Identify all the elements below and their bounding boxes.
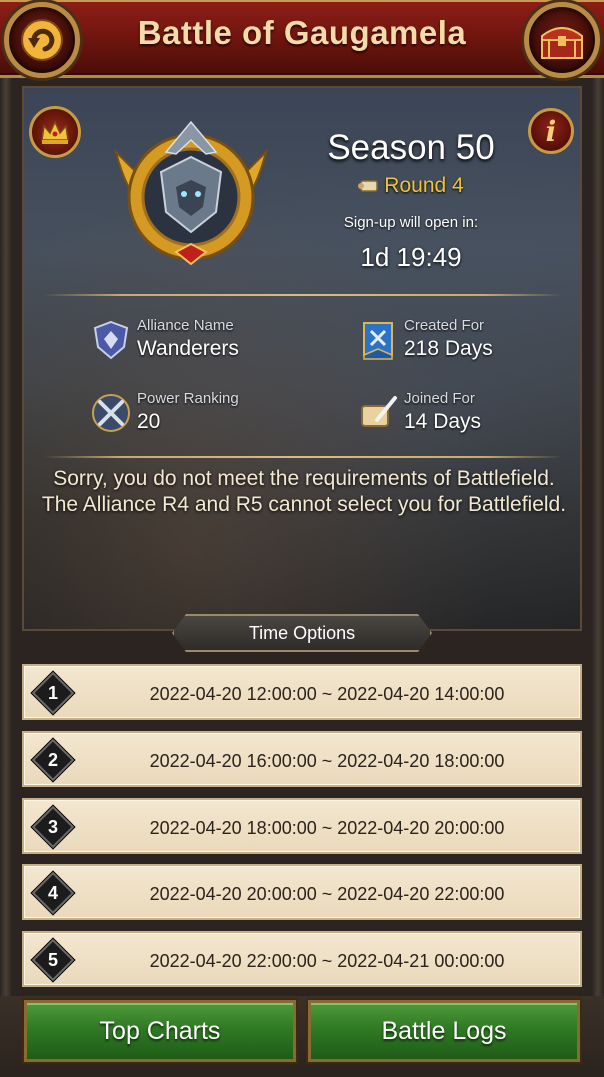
option-number: 1 (47, 682, 58, 703)
option-time-range: 2022-04-20 22:00:00 ~ 2022-04-21 00:00:0… (149, 951, 505, 971)
scroll-icon (358, 180, 379, 192)
option-number: 5 (47, 949, 58, 970)
created-for-stat: Created For 218 Days (357, 315, 604, 369)
info-button[interactable]: i (528, 108, 574, 154)
option-number: 4 (47, 882, 58, 903)
season-info-panel: i Season 50 Round 4 Sign-up will open in… (22, 86, 582, 631)
option-time-range: 2022-04-20 18:00:00 ~ 2022-04-20 20:00:0… (149, 818, 505, 838)
signup-label: Sign-up will open in: (343, 214, 479, 231)
crossed-swords-icon (92, 394, 130, 432)
joined-for-label: Joined For (404, 390, 475, 407)
divider (44, 294, 562, 296)
option-time-range: 2022-04-20 20:00:00 ~ 2022-04-20 22:00:0… (149, 884, 505, 904)
option-time-range: 2022-04-20 16:00:00 ~ 2022-04-20 18:00:0… (149, 751, 505, 771)
number-diamond-icon: 4 (34, 874, 72, 912)
time-options-header: Time Options (172, 614, 432, 652)
created-for-label: Created For (404, 317, 485, 334)
option-number: 2 (47, 749, 58, 770)
alliance-shield-icon (93, 320, 129, 360)
info-icon: i (545, 114, 557, 148)
power-ranking-value: 20 (137, 410, 161, 433)
number-diamond-icon: 1 (34, 674, 72, 712)
option-time-range: 2022-04-20 12:00:00 ~ 2022-04-20 14:00:0… (149, 684, 505, 704)
season-title: Season 50 (327, 128, 495, 167)
signup-countdown: 1d 19:49 (360, 242, 462, 272)
time-option-row[interactable]: 1 2022-04-20 12:00:00 ~ 2022-04-20 14:00… (22, 664, 582, 720)
alliance-name-stat: Alliance Name Wanderers (90, 315, 340, 369)
joined-for-stat: Joined For 14 Days (357, 388, 604, 442)
number-diamond-icon: 5 (34, 941, 72, 979)
number-diamond-icon: 2 (34, 741, 72, 779)
crown-badge-button[interactable] (29, 106, 81, 158)
power-ranking-stat: Power Ranking 20 (90, 388, 340, 442)
created-for-value: 218 Days (404, 337, 493, 360)
scroll-quill-icon (361, 396, 397, 427)
page-title: Battle of Gaugamela (137, 14, 467, 51)
joined-for-value: 14 Days (404, 410, 482, 433)
time-option-row[interactable]: 2 2022-04-20 16:00:00 ~ 2022-04-20 18:00… (22, 731, 582, 787)
requirements-notice: Sorry, you do not meet the requirements … (41, 467, 567, 516)
banner-icon (363, 322, 393, 360)
top-charts-button[interactable]: Top Charts (24, 1000, 296, 1062)
back-button[interactable] (4, 2, 80, 78)
treasure-chest-button[interactable] (524, 2, 600, 78)
treasure-chest-icon (541, 27, 583, 59)
back-arrow-icon (21, 19, 63, 61)
time-option-row[interactable]: 4 2022-04-20 20:00:00 ~ 2022-04-20 22:00… (22, 864, 582, 920)
battle-logs-button[interactable]: Battle Logs (308, 1000, 580, 1062)
alliance-name-value: Wanderers (137, 337, 239, 360)
option-number: 3 (47, 816, 58, 837)
header-bar: Battle of Gaugamela (0, 0, 604, 78)
alliance-name-label: Alliance Name (137, 317, 234, 334)
power-ranking-label: Power Ranking (137, 390, 239, 407)
round-label: Round 4 (306, 174, 516, 198)
battlefield-emblem-icon (114, 120, 268, 266)
number-diamond-icon: 3 (34, 808, 72, 846)
divider (44, 456, 562, 458)
round-text: Round 4 (384, 174, 464, 197)
time-option-row[interactable]: 3 2022-04-20 18:00:00 ~ 2022-04-20 20:00… (22, 798, 582, 854)
crown-icon (41, 120, 69, 144)
time-option-row[interactable]: 5 2022-04-20 22:00:00 ~ 2022-04-21 00:00… (22, 931, 582, 987)
